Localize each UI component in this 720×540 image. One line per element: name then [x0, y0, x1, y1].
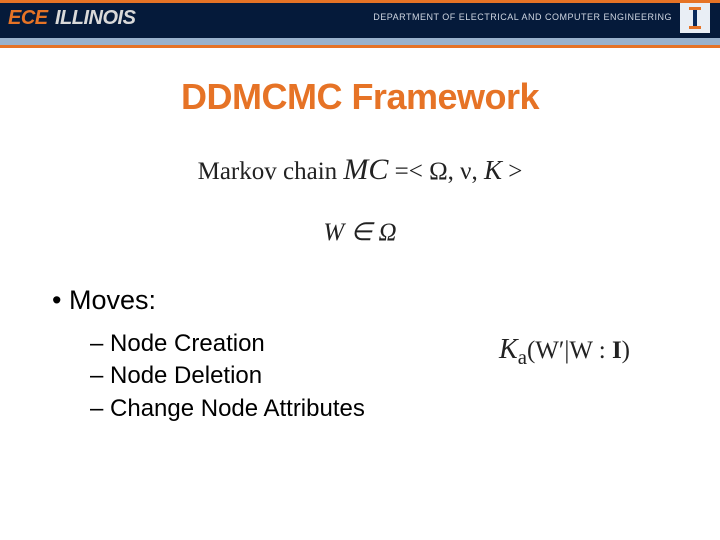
illinois-i-icon — [680, 3, 710, 33]
header-subband — [0, 38, 720, 48]
kernel-I: I — [612, 337, 622, 364]
kernel-args-open: (W′|W : — [527, 337, 612, 364]
slide: ECE ILLINOIS DEPARTMENT OF ELECTRICAL AN… — [0, 0, 720, 540]
slide-title: DDMCMC Framework — [0, 76, 720, 118]
mc-kernel-symbol: K — [484, 155, 502, 185]
mc-close: > — [508, 158, 522, 185]
department-label: DEPARTMENT OF ELECTRICAL AND COMPUTER EN… — [373, 12, 672, 22]
header-accent-line — [0, 0, 720, 3]
kernel-subscript: a — [518, 345, 527, 369]
w-in-omega-text: W ∈ Ω — [323, 219, 396, 246]
kernel-args-close: ) — [622, 337, 630, 364]
logo-illinois: ILLINOIS — [55, 7, 135, 30]
bullet-moves: Moves: — [52, 285, 720, 316]
kernel-k-symbol: K — [499, 334, 518, 365]
equation-block: Markov chain MC =< Ω, ν, K > W ∈ Ω — [0, 153, 720, 247]
equation-markov-chain: Markov chain MC =< Ω, ν, K > — [0, 153, 720, 187]
sub-bullet-change-attributes: Change Node Attributes — [90, 393, 720, 425]
logo-ece: ECE — [8, 7, 48, 30]
header-bar: ECE ILLINOIS DEPARTMENT OF ELECTRICAL AN… — [0, 0, 720, 38]
equation-w-in-omega: W ∈ Ω — [0, 217, 720, 247]
mc-equals: =< Ω, ν, — [395, 158, 484, 185]
markov-chain-label: Markov chain — [198, 158, 344, 185]
mc-symbol: MC — [343, 153, 388, 186]
equation-kernel: Ka(W′|W : I) — [499, 334, 630, 370]
